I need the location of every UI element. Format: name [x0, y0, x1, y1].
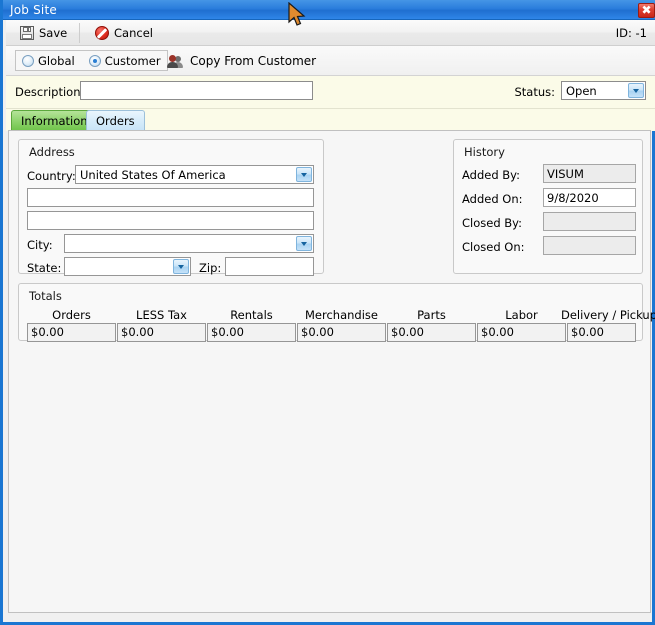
cancel-button-label: Cancel	[114, 26, 153, 40]
state-label: State:	[27, 261, 62, 275]
totals-value-labor: $0.00	[477, 323, 566, 342]
radio-customer-label: Customer	[104, 53, 161, 68]
closed-on-value	[543, 236, 636, 255]
tab-orders-label: Orders	[96, 114, 135, 128]
country-select[interactable]: United States Of America	[75, 165, 314, 184]
history-group: History Added By: Added On: Closed By: C…	[453, 139, 643, 274]
tab-information[interactable]: Information	[11, 110, 98, 131]
city-select[interactable]	[64, 234, 314, 253]
chevron-down-icon[interactable]	[173, 259, 189, 274]
toolbar-separator	[79, 23, 80, 43]
totals-header-labor: Labor	[505, 308, 538, 322]
radio-global-label: Global	[38, 53, 75, 68]
address-line2-input[interactable]	[27, 211, 314, 230]
toolbar: Save Cancel ID: -1	[6, 20, 655, 46]
closed-by-value	[543, 212, 636, 231]
tab-information-label: Information	[21, 114, 88, 128]
window-frame: Job Site ✖ Save Cancel ID: -1 Global Cus…	[0, 0, 655, 625]
closed-on-label: Closed On:	[462, 240, 525, 254]
added-on-label: Added On:	[462, 192, 523, 206]
added-by-label: Added By:	[462, 168, 521, 182]
zip-input[interactable]	[225, 257, 314, 276]
cancel-circle-icon	[95, 26, 109, 40]
totals-header-merchandise: Merchandise	[305, 308, 378, 322]
chevron-down-icon[interactable]	[628, 83, 644, 98]
totals-header-orders: Orders	[52, 308, 91, 322]
title-bar[interactable]: Job Site ✖	[3, 0, 655, 20]
scope-radio-group: Global Customer	[15, 50, 168, 71]
close-button[interactable]: ✖	[638, 3, 655, 18]
country-label: Country:	[27, 169, 76, 183]
status-label: Status:	[514, 85, 555, 99]
radio-customer[interactable]: Customer	[88, 53, 161, 68]
totals-value-rentals: $0.00	[207, 323, 296, 342]
close-icon: ✖	[641, 3, 652, 17]
people-icon	[167, 54, 184, 68]
cancel-button[interactable]: Cancel	[87, 22, 161, 44]
address-group: Address Country: United States Of Americ…	[18, 139, 324, 276]
chevron-down-icon[interactable]	[296, 236, 312, 251]
copy-from-customer-label: Copy From Customer	[190, 53, 317, 68]
totals-header-parts: Parts	[417, 308, 446, 322]
information-tab-panel: Address Country: United States Of Americ…	[8, 130, 655, 613]
status-select-value: Open	[566, 84, 597, 98]
totals-value-delivery-pickup: $0.00	[567, 323, 636, 342]
description-label: Description:	[15, 85, 85, 99]
added-on-value	[543, 188, 636, 207]
totals-header-delivery-pickup: Delivery / Pickup	[561, 308, 655, 322]
chevron-down-icon[interactable]	[296, 167, 312, 182]
state-select[interactable]	[64, 257, 191, 276]
save-button-label: Save	[39, 26, 68, 40]
totals-value-less-tax: $0.00	[117, 323, 206, 342]
totals-value-orders: $0.00	[27, 323, 116, 342]
radio-global-dot	[22, 54, 34, 67]
totals-header-rentals: Rentals	[230, 308, 273, 322]
closed-by-label: Closed By:	[462, 216, 523, 230]
totals-value-merchandise: $0.00	[297, 323, 386, 342]
job-site-window-root: Job Site ✖ Save Cancel ID: -1 Global Cus…	[0, 0, 655, 625]
radio-customer-dot	[88, 54, 101, 67]
floppy-disk-icon	[20, 26, 34, 40]
window-title: Job Site	[10, 3, 57, 17]
copy-from-customer-button[interactable]: Copy From Customer	[163, 49, 321, 72]
history-group-title: History	[464, 145, 505, 159]
record-id-label: ID: -1	[615, 26, 647, 40]
description-input[interactable]	[80, 81, 313, 100]
tab-strip: Information Orders	[6, 109, 655, 131]
status-select[interactable]: Open	[561, 81, 646, 100]
totals-group: Totals Orders LESS Tax Rentals Merchandi…	[18, 283, 655, 342]
totals-group-title: Totals	[29, 289, 62, 303]
tab-orders[interactable]: Orders	[86, 110, 145, 131]
totals-value-parts: $0.00	[387, 323, 476, 342]
address-line1-input[interactable]	[27, 188, 314, 207]
address-group-title: Address	[29, 145, 75, 159]
city-label: City:	[27, 238, 53, 252]
radio-global[interactable]: Global	[22, 54, 75, 68]
added-by-value	[543, 164, 636, 183]
zip-label: Zip:	[199, 261, 222, 275]
save-button[interactable]: Save	[12, 22, 75, 44]
description-bar: Description: Status: Open	[6, 76, 655, 109]
totals-header-less-tax: LESS Tax	[136, 308, 187, 322]
country-select-value: United States Of America	[80, 168, 226, 182]
mode-bar: Global Customer Copy From Customer	[6, 46, 655, 76]
